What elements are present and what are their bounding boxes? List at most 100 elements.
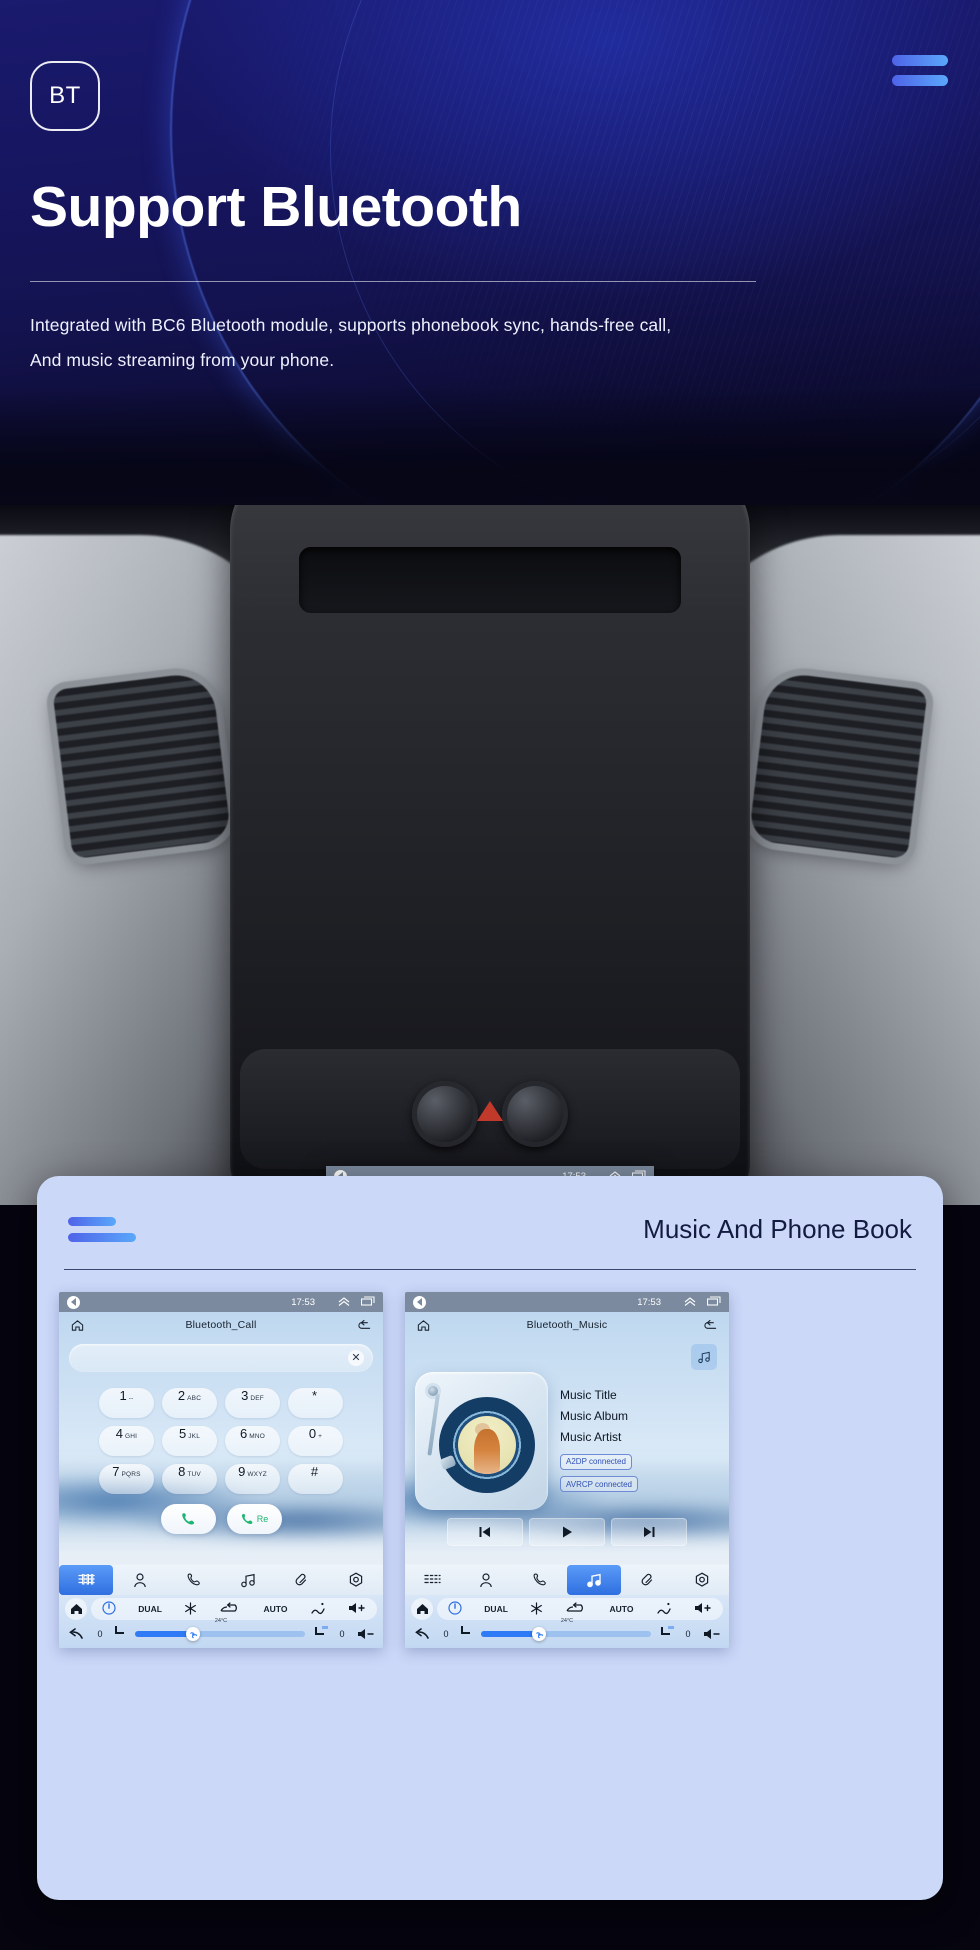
power-icon[interactable] bbox=[102, 1601, 116, 1617]
dual-label[interactable]: DUAL bbox=[138, 1604, 162, 1614]
key-letters: -- bbox=[128, 1395, 134, 1402]
seat-icon-left[interactable] bbox=[459, 1625, 473, 1643]
bluetooth-badge-label: BT bbox=[49, 82, 81, 109]
appbar-music-button[interactable] bbox=[221, 1565, 275, 1595]
card-accent-bars bbox=[68, 1217, 136, 1242]
app-bar bbox=[405, 1565, 729, 1595]
dial-key[interactable]: 6 MNO bbox=[225, 1426, 280, 1456]
home-button[interactable] bbox=[411, 1598, 433, 1620]
dial-key[interactable]: 3 DEF bbox=[225, 1388, 280, 1418]
recent-apps-icon[interactable] bbox=[360, 1296, 375, 1308]
recirculate-icon[interactable] bbox=[219, 1602, 241, 1616]
dial-key[interactable]: 8 TUV bbox=[162, 1464, 217, 1494]
recirculate-icon[interactable] bbox=[565, 1602, 587, 1616]
close-icon[interactable]: ✕ bbox=[348, 1350, 364, 1366]
auto-label[interactable]: AUTO bbox=[610, 1604, 634, 1614]
menu-icon[interactable] bbox=[892, 55, 948, 86]
air-vent-left bbox=[52, 670, 232, 860]
fan-right-value: 0 bbox=[339, 1629, 345, 1639]
appbar-link-button[interactable] bbox=[275, 1565, 329, 1595]
auto-label[interactable]: AUTO bbox=[264, 1604, 288, 1614]
seat-icon-left[interactable] bbox=[113, 1625, 127, 1643]
home-icon[interactable] bbox=[416, 1318, 431, 1333]
key-number: 5 bbox=[178, 1426, 187, 1441]
recent-apps-icon[interactable] bbox=[706, 1296, 721, 1308]
appbar-contacts-button[interactable] bbox=[459, 1565, 513, 1595]
key-number: 3 bbox=[241, 1388, 249, 1403]
hvac-knob-left bbox=[502, 1081, 568, 1147]
previous-button[interactable] bbox=[447, 1518, 523, 1546]
defrost-icon[interactable] bbox=[656, 1602, 672, 1617]
bluetooth-call-screen[interactable]: 17:53 Bluetooth_Call ✕ 1 -- 2 ABC 3 DEF … bbox=[59, 1292, 383, 1648]
album-art-turntable bbox=[415, 1372, 548, 1510]
seat-heater-icon[interactable] bbox=[659, 1625, 675, 1643]
chevron-up-icon[interactable] bbox=[338, 1296, 350, 1308]
appbar-phone-button[interactable] bbox=[167, 1565, 221, 1595]
music-phonebook-card: Music And Phone Book 17:53 Bluetooth_Cal… bbox=[37, 1176, 943, 1900]
bluetooth-music-screen[interactable]: 17:53 Bluetooth_Music Music Title Music … bbox=[405, 1292, 729, 1648]
dual-label[interactable]: DUAL bbox=[484, 1604, 508, 1614]
track-album: Music Album bbox=[560, 1409, 629, 1423]
climate-bar: DUAL AUTO 24°C 0 0 bbox=[405, 1595, 729, 1648]
dial-key[interactable]: 7 PQRS bbox=[99, 1464, 154, 1494]
seat-heater-icon[interactable] bbox=[313, 1625, 329, 1643]
power-icon[interactable] bbox=[448, 1601, 462, 1617]
dial-key[interactable]: 2 ABC bbox=[162, 1388, 217, 1418]
status-time: 17:53 bbox=[291, 1296, 315, 1308]
appbar-settings-button[interactable] bbox=[329, 1565, 383, 1595]
back-circle-icon[interactable] bbox=[67, 1295, 80, 1309]
key-number: 8 bbox=[178, 1464, 186, 1479]
home-button[interactable] bbox=[65, 1598, 87, 1620]
menu-bar-bottom bbox=[892, 75, 948, 86]
phone-number-input[interactable]: ✕ bbox=[69, 1344, 373, 1372]
home-icon[interactable] bbox=[70, 1318, 85, 1333]
back-circle-icon[interactable] bbox=[413, 1295, 426, 1309]
dial-key[interactable]: * bbox=[288, 1388, 343, 1418]
volume-down-icon[interactable] bbox=[355, 1628, 377, 1640]
screen-title: Bluetooth_Call bbox=[185, 1319, 257, 1331]
dial-key[interactable]: 1 -- bbox=[99, 1388, 154, 1418]
next-button[interactable] bbox=[611, 1518, 687, 1546]
play-button[interactable] bbox=[529, 1518, 605, 1546]
chevron-up-icon[interactable] bbox=[684, 1296, 696, 1308]
appbar-phone-button[interactable] bbox=[513, 1565, 567, 1595]
music-note-icon[interactable] bbox=[691, 1344, 717, 1370]
fan-speed-slider[interactable] bbox=[135, 1627, 305, 1641]
appbar-music-button[interactable] bbox=[567, 1565, 621, 1595]
back-arrow-icon[interactable] bbox=[357, 1318, 372, 1333]
dial-key[interactable]: 5 JKL bbox=[162, 1426, 217, 1456]
center-console bbox=[230, 505, 750, 1201]
back-arrow-button[interactable] bbox=[65, 1628, 87, 1640]
dial-key[interactable]: 0 + bbox=[288, 1426, 343, 1456]
dial-key[interactable]: 4 GHI bbox=[99, 1426, 154, 1456]
status-bar: 17:53 bbox=[59, 1292, 383, 1312]
air-vent-right bbox=[748, 670, 928, 860]
call-button[interactable] bbox=[160, 1504, 216, 1534]
appbar-apps-button[interactable] bbox=[59, 1565, 113, 1595]
slider-handle[interactable] bbox=[532, 1627, 546, 1641]
snowflake-icon[interactable] bbox=[184, 1601, 197, 1617]
snowflake-icon[interactable] bbox=[530, 1601, 543, 1617]
status-badge-a2dp: A2DP connected bbox=[560, 1453, 632, 1470]
appbar-apps-button[interactable] bbox=[405, 1565, 459, 1595]
volume-down-icon[interactable] bbox=[701, 1628, 723, 1640]
fan-speed-slider[interactable] bbox=[481, 1627, 651, 1641]
appbar-link-button[interactable] bbox=[621, 1565, 675, 1595]
vinyl-record bbox=[439, 1397, 535, 1493]
appbar-settings-button[interactable] bbox=[675, 1565, 729, 1595]
slider-handle[interactable] bbox=[186, 1627, 200, 1641]
redial-button[interactable]: Re bbox=[226, 1504, 282, 1534]
dial-key[interactable]: 9 WXYZ bbox=[225, 1464, 280, 1494]
dial-key[interactable]: # bbox=[288, 1464, 343, 1494]
hero-description-line-2: And music streaming from your phone. bbox=[30, 349, 335, 370]
redial-label: Re bbox=[256, 1514, 269, 1524]
volume-up-icon[interactable] bbox=[348, 1602, 366, 1616]
back-arrow-icon[interactable] bbox=[703, 1318, 718, 1333]
card-divider bbox=[64, 1269, 916, 1270]
appbar-contacts-button[interactable] bbox=[113, 1565, 167, 1595]
screenshot-row: 17:53 Bluetooth_Call ✕ 1 -- 2 ABC 3 DEF … bbox=[37, 1270, 943, 1648]
back-arrow-button[interactable] bbox=[411, 1628, 433, 1640]
volume-up-icon[interactable] bbox=[694, 1602, 712, 1616]
menu-bar-top bbox=[892, 55, 948, 66]
defrost-icon[interactable] bbox=[310, 1602, 326, 1617]
